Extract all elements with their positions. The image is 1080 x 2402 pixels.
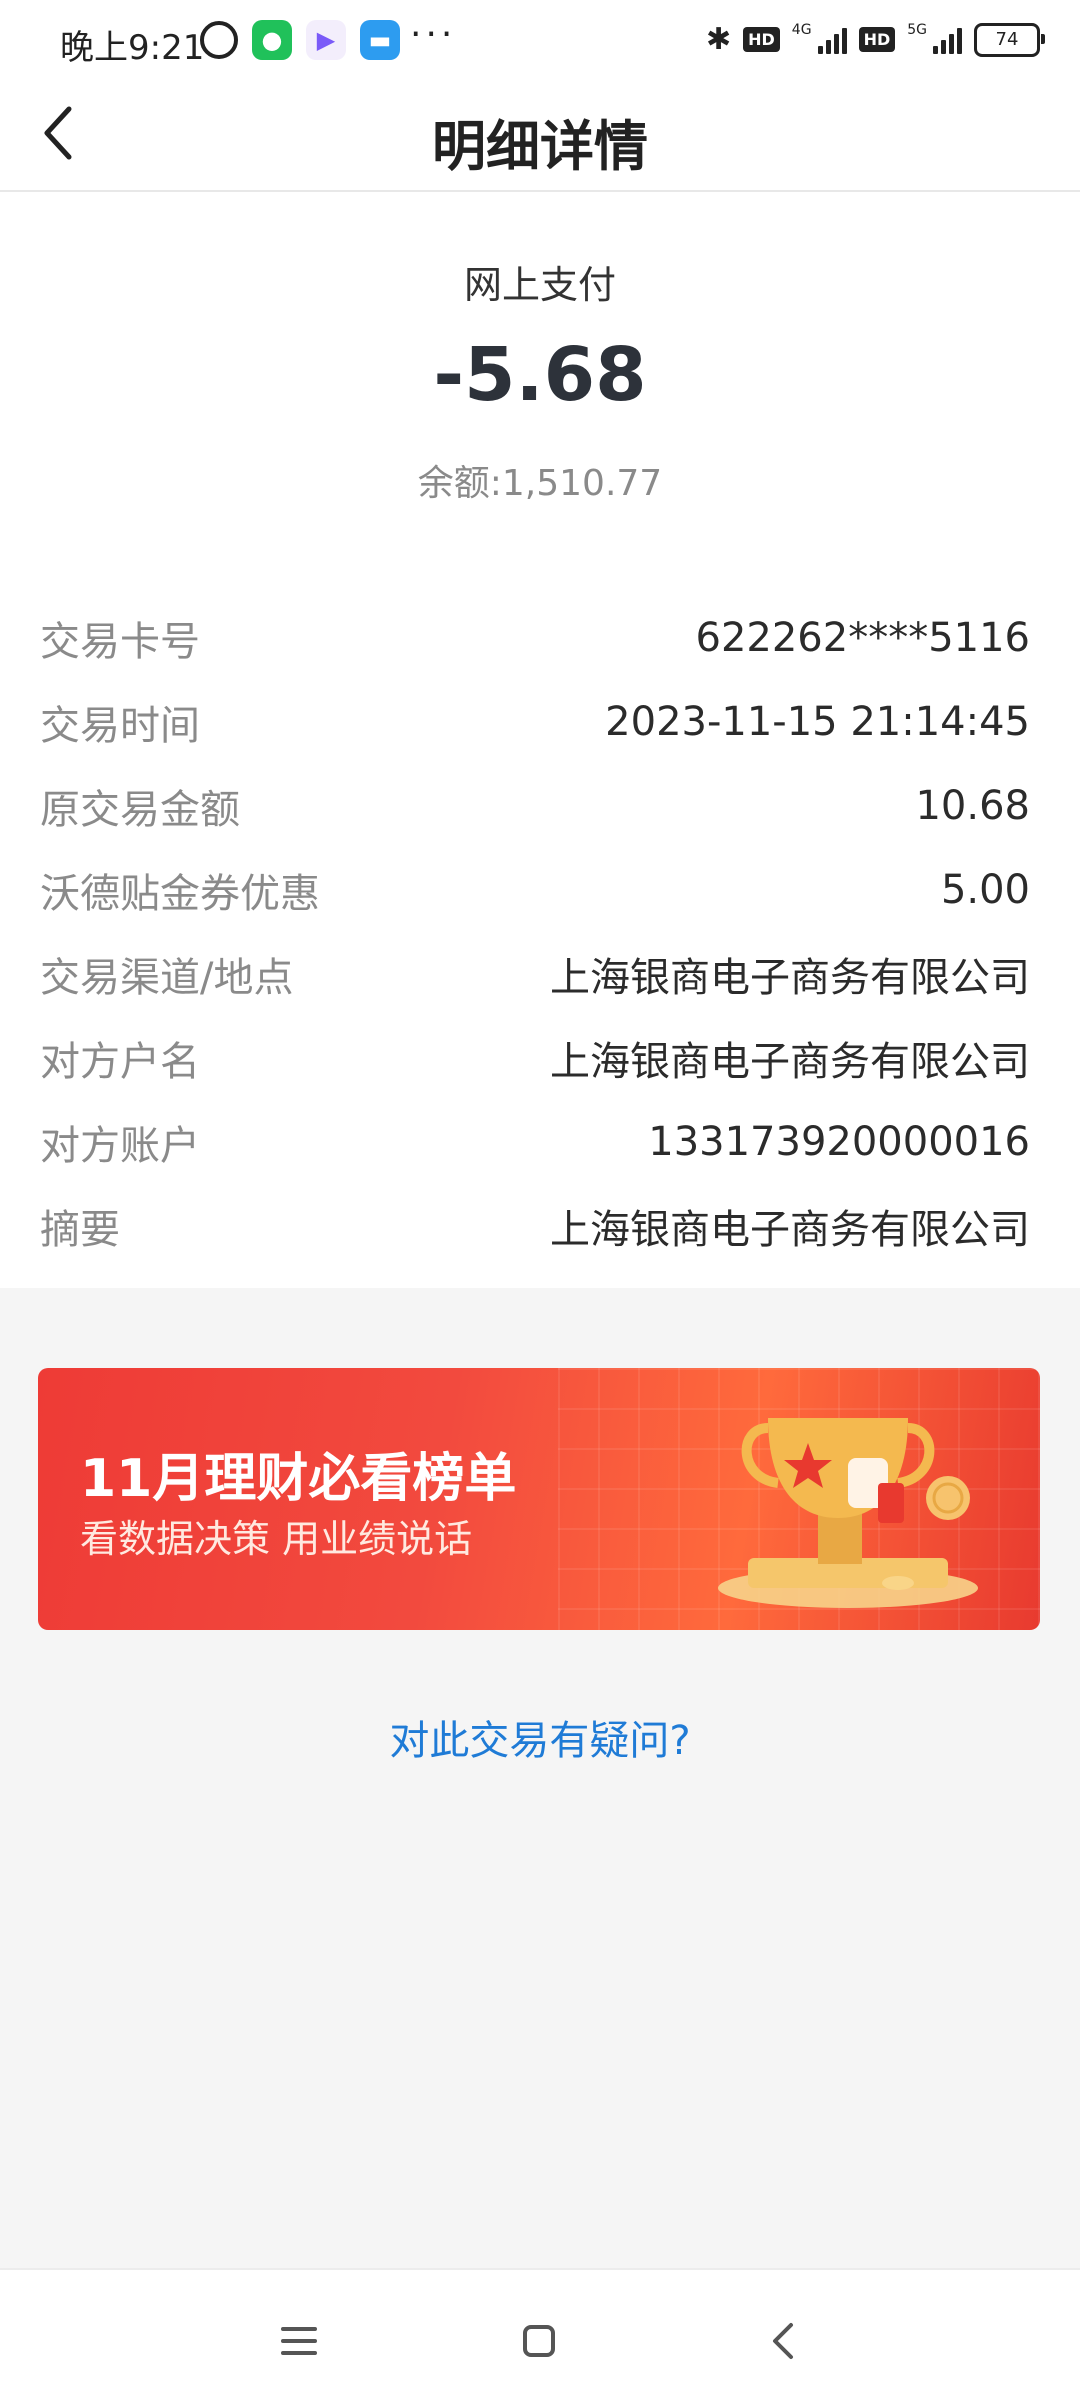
detail-value: 上海银商电子商务有限公司 [550, 955, 1030, 1001]
alarm-icon [200, 21, 238, 59]
detail-row-memo: 摘要 上海银商电子商务有限公司 [40, 1184, 1030, 1268]
detail-value: 133173920000016 [648, 1119, 1030, 1165]
recent-apps-button[interactable] [264, 2306, 334, 2376]
home-square-icon [523, 2325, 555, 2357]
promo-banner[interactable]: 11月理财必看榜单 看数据决策 用业绩说话 [38, 1368, 1040, 1630]
balance-text: 余额:1,510.77 [417, 463, 663, 504]
detail-label: 交易卡号 [40, 619, 200, 665]
page-title: 明细详情 [432, 115, 648, 178]
detail-row-card-number: 交易卡号 622262****5116 [40, 596, 1030, 680]
detail-row-discount: 沃德贴金券优惠 5.00 [40, 848, 1030, 932]
transaction-type: 网上支付 [463, 263, 616, 307]
status-time: 晚上9:21 [60, 28, 205, 68]
detail-row-counterparty-name: 对方户名 上海银商电子商务有限公司 [40, 1016, 1030, 1100]
hd-badge-2: HD [858, 27, 896, 52]
battery-icon: 74 [974, 22, 1045, 57]
detail-label: 对方户名 [40, 1039, 200, 1085]
status-bar: 晚上9:21 ● ▶ ▬ ··· ✱ HD 4G HD 5G 74 [0, 0, 1080, 80]
signal-icon [817, 26, 847, 54]
detail-row-counterparty-account: 对方账户 133173920000016 [40, 1100, 1030, 1184]
banner-title: 11月理财必看榜单 [80, 1449, 517, 1509]
system-navigation-bar [0, 2268, 1080, 2402]
transaction-inquiry-link[interactable]: 对此交易有疑问? [0, 1708, 1080, 1766]
detail-label: 沃德贴金券优惠 [40, 871, 320, 917]
detail-label: 交易时间 [40, 703, 200, 749]
transaction-summary: 网上支付 -5.68 余额:1,510.77 交易卡号 622262****51… [0, 192, 1080, 1288]
menu-icon [281, 2327, 317, 2355]
network-type-label: 4G [791, 21, 812, 38]
detail-list: 交易卡号 622262****5116 交易时间 2023-11-15 21:1… [40, 596, 1030, 1268]
wechat-icon: ● [252, 20, 292, 60]
detail-row-time: 交易时间 2023-11-15 21:14:45 [40, 680, 1030, 764]
hd-badge: HD [743, 27, 780, 52]
detail-label: 交易渠道/地点 [40, 955, 294, 1001]
wallet-app-icon: ▬ [360, 20, 400, 60]
detail-value: 2023-11-15 21:14:45 [605, 699, 1030, 745]
detail-label: 摘要 [40, 1207, 120, 1253]
banner-subtitle: 看数据决策 用业绩说话 [80, 1517, 473, 1561]
nav-bar: 明细详情 [0, 80, 1080, 192]
detail-value: 622262****5116 [695, 615, 1031, 661]
detail-value: 10.68 [915, 783, 1030, 829]
detail-value: 上海银商电子商务有限公司 [550, 1039, 1030, 1085]
trophy-icon [718, 1418, 978, 1608]
network-type-label-2: 5G [907, 21, 927, 38]
detail-row-original-amount: 原交易金额 10.68 [40, 764, 1030, 848]
video-app-icon: ▶ [306, 20, 346, 60]
home-button[interactable] [504, 2306, 574, 2376]
detail-row-channel: 交易渠道/地点 上海银商电子商务有限公司 [40, 932, 1030, 1016]
bluetooth-icon: ✱ [705, 22, 732, 57]
detail-value: 上海银商电子商务有限公司 [550, 1207, 1030, 1253]
chevron-left-icon [773, 2323, 793, 2359]
transaction-amount: -5.68 [433, 332, 647, 418]
more-notifications-icon: ··· [410, 14, 457, 55]
system-back-button[interactable] [750, 2306, 820, 2376]
detail-value: 5.00 [940, 867, 1030, 913]
detail-label: 对方账户 [40, 1123, 200, 1169]
notification-icons: ● ▶ ▬ [200, 20, 400, 60]
signal-icon-2 [933, 26, 962, 54]
detail-label: 原交易金额 [40, 787, 240, 833]
status-right-icons: ✱ HD 4G HD 5G 74 [705, 21, 1045, 57]
